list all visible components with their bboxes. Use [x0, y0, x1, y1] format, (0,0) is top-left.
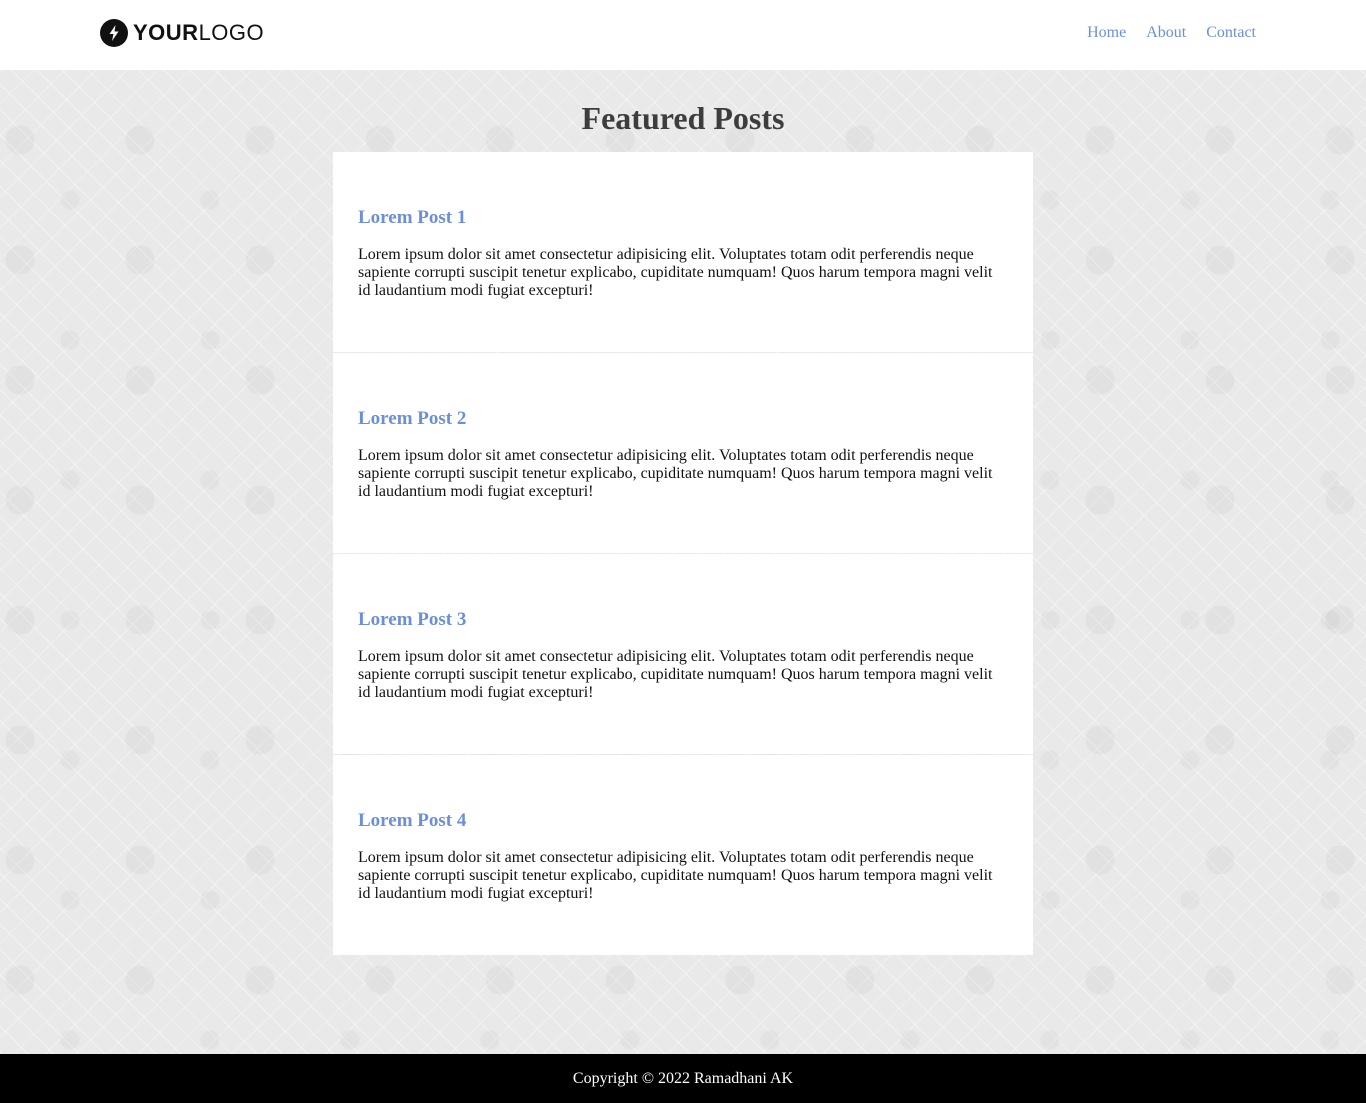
- site-header: YOURLOGO Home About Contact: [0, 0, 1366, 70]
- site-logo[interactable]: YOURLOGO: [100, 18, 264, 48]
- logo-wordmark: YOURLOGO: [133, 22, 264, 44]
- post-title: Lorem Post 2: [358, 408, 467, 429]
- nav-link-contact[interactable]: Contact: [1206, 25, 1256, 41]
- post-card: Lorem Post 3 Lorem ipsum dolor sit amet …: [333, 554, 1033, 754]
- logo-text-bold: YOUR: [133, 20, 199, 45]
- post-card: Lorem Post 1 Lorem ipsum dolor sit amet …: [333, 152, 1033, 352]
- copyright-text: Copyright © 2022 Ramadhani AK: [572, 1069, 794, 1087]
- bolt-icon: [100, 19, 128, 47]
- nav-link-about[interactable]: About: [1146, 25, 1186, 41]
- post-excerpt: Lorem ipsum dolor sit amet consectetur a…: [358, 447, 993, 500]
- logo-text-regular: LOGO: [198, 20, 265, 45]
- post-excerpt: Lorem ipsum dolor sit amet consectetur a…: [358, 849, 993, 902]
- post-title: Lorem Post 4: [358, 810, 467, 831]
- post-title: Lorem Post 1: [358, 207, 467, 228]
- page-title: Featured Posts: [581, 100, 785, 136]
- post-card: Lorem Post 2 Lorem ipsum dolor sit amet …: [333, 353, 1033, 553]
- site-footer: Copyright © 2022 Ramadhani AK: [0, 1054, 1366, 1103]
- post-card: Lorem Post 4 Lorem ipsum dolor sit amet …: [333, 755, 1033, 955]
- post-excerpt: Lorem ipsum dolor sit amet consectetur a…: [358, 648, 993, 701]
- post-title: Lorem Post 3: [358, 609, 467, 630]
- featured-posts-list: Lorem Post 1 Lorem ipsum dolor sit amet …: [333, 152, 1033, 956]
- post-excerpt: Lorem ipsum dolor sit amet consectetur a…: [358, 246, 993, 299]
- main-nav: Home About Contact: [1087, 25, 1256, 41]
- nav-link-home[interactable]: Home: [1087, 25, 1126, 41]
